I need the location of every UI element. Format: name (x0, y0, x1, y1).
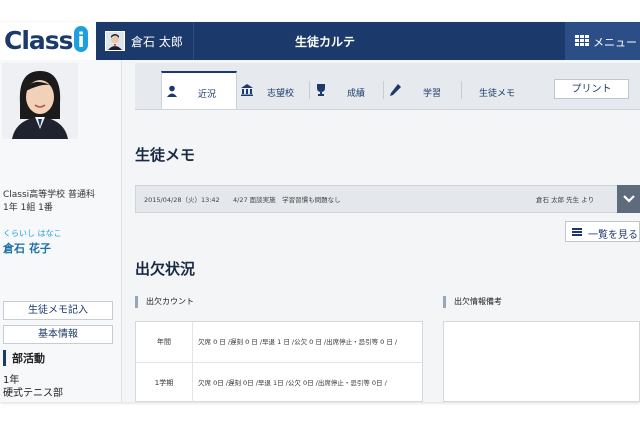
logo-text: Class i (4, 26, 88, 55)
memo-date: 2015/04/28（火）13:42 (144, 196, 220, 204)
memo-entry[interactable]: 2015/04/28（火）13:42 4/27 面談実施 学習習慣も問題なし 倉… (135, 185, 640, 213)
table-row: 1学期 欠席 0日 /遅刻 0日 /早退 1日 /公欠 0日 /出席停止・忌引等… (136, 363, 422, 402)
user-avatar (105, 31, 125, 51)
attendance-values: 欠席 0 日 /遅刻 0 日 /早退 1 日 /公欠 0 日 /出席停止・忌引等… (198, 338, 398, 346)
trophy-icon (317, 84, 325, 96)
tab-student-memo[interactable]: 生徒メモ (463, 72, 533, 109)
tab-grades[interactable]: 成績 (311, 72, 383, 109)
write-memo-button[interactable]: 生徒メモ記入 (3, 301, 113, 320)
tab-label: 成績 (347, 89, 366, 99)
attendance-heading: 出欠状況 (135, 260, 196, 278)
tab-label: 生徒メモ (479, 89, 516, 99)
tab-divider (461, 81, 462, 99)
class-info: 1年 1組 1番 (3, 203, 53, 213)
student-name: 倉石 花子 (3, 242, 51, 255)
menu-label: メニュー (593, 36, 637, 49)
basic-info-button[interactable]: 基本情報 (3, 325, 113, 344)
tab-label: 近況 (198, 90, 217, 100)
attendance-remarks-box (443, 321, 640, 402)
attendance-remarks-heading: 出欠情報備考 (443, 296, 502, 308)
expand-memo-button[interactable] (617, 185, 640, 213)
logo[interactable]: Class i (0, 22, 96, 60)
term-label: 1学期 (136, 363, 193, 402)
club-year: 1年 (3, 375, 20, 386)
tab-divider (383, 81, 384, 99)
memo-heading: 生徒メモ (135, 146, 196, 164)
club-name: 硬式テニス部 (3, 388, 63, 399)
header-divider (193, 22, 194, 60)
attendance-count-heading: 出欠カウント (135, 296, 194, 308)
tab-divider (309, 81, 310, 99)
app-window: Class i 倉石 太郎 生徒カルテ メニュー Classi高等学校 普通科 … (0, 22, 640, 402)
user-name: 倉石 太郎 (131, 35, 183, 49)
memo-text: 4/27 面談実施 学習習慣も問題なし (233, 196, 341, 204)
page-title: 生徒カルテ (294, 35, 355, 49)
school-info: Classi高等学校 普通科 1年 1組 1番 (3, 189, 95, 215)
term-label: 年間 (136, 322, 193, 362)
list-icon (572, 228, 582, 236)
pencil-icon (390, 84, 401, 96)
table-row: 年間 欠席 0 日 /遅刻 0 日 /早退 1 日 /公欠 0 日 /出席停止・… (136, 322, 422, 363)
student-name-kana: くらいし はなこ (3, 229, 62, 238)
student-photo (2, 63, 78, 139)
person-icon (167, 85, 177, 97)
tab-label: 志望校 (267, 89, 295, 99)
tab-target-school[interactable]: 志望校 (237, 72, 309, 109)
chevron-down-icon (623, 195, 635, 203)
tab-study[interactable]: 学習 (385, 72, 461, 109)
school-name: Classi高等学校 普通科 (3, 190, 96, 200)
tab-label: 学習 (423, 89, 442, 99)
view-list-button[interactable]: 一覧を見る (565, 221, 640, 242)
club-heading: 部活動 (3, 350, 45, 366)
top-header: Class i 倉石 太郎 生徒カルテ メニュー (0, 22, 640, 60)
attendance-table: 年間 欠席 0 日 /遅刻 0 日 /早退 1 日 /公欠 0 日 /出席停止・… (135, 321, 423, 402)
club-info: 1年 硬式テニス部 (3, 374, 63, 400)
menu-button[interactable]: メニュー (565, 22, 640, 60)
tab-recent[interactable]: 近況 (161, 71, 237, 109)
attendance-values: 欠席 0日 /遅刻 0日 /早退 1日 /公欠 0日 /出席停止・忌引等 0日 … (198, 379, 387, 387)
student-sidebar: Classi高等学校 普通科 1年 1組 1番 くらいし はなこ 倉石 花子 生… (0, 60, 122, 402)
grid-icon (575, 35, 589, 47)
print-button[interactable]: プリント (554, 79, 629, 99)
memo-author: 倉石 太郎 先生 より (536, 196, 595, 204)
school-icon (241, 84, 253, 96)
view-list-label: 一覧を見る (588, 230, 638, 241)
